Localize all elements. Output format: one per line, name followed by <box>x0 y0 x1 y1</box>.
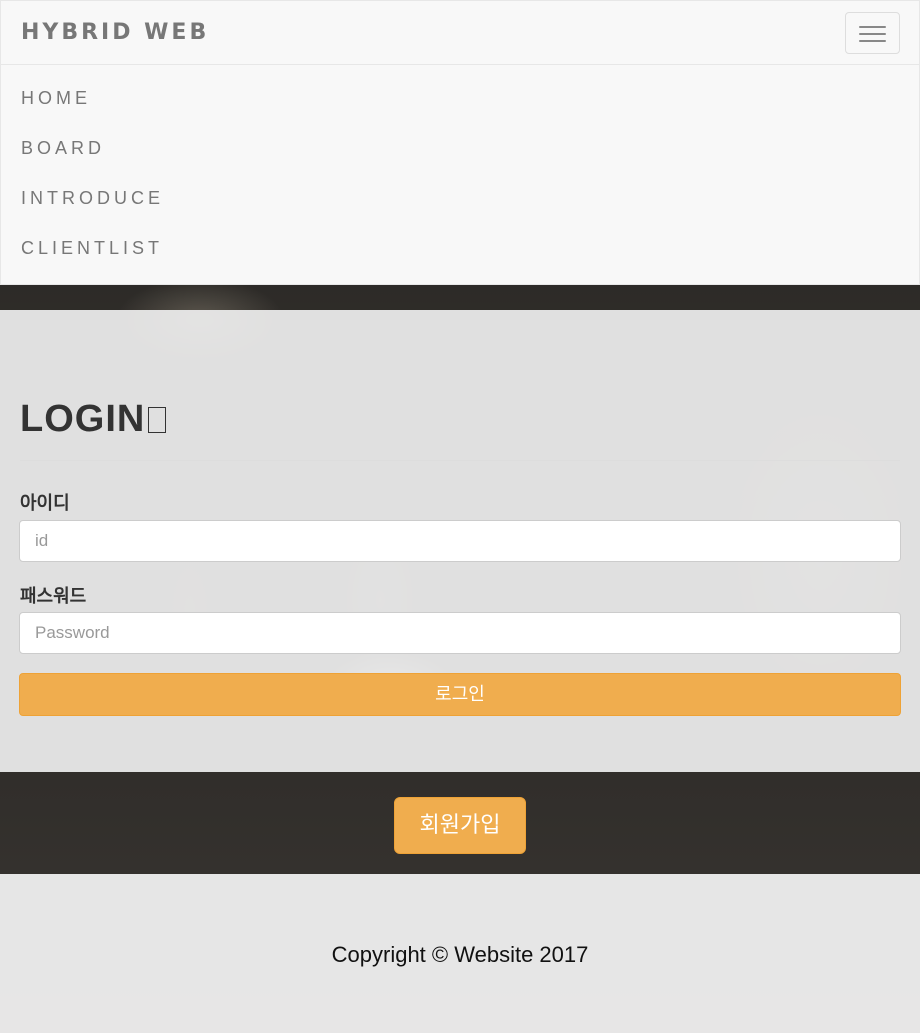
password-label: 패스워드 <box>20 586 87 607</box>
login-title: LOGIN <box>20 398 167 441</box>
divider <box>20 460 900 461</box>
login-panel: LOGIN 아이디 패스워드 로그인 <box>0 310 920 772</box>
id-label: 아이디 <box>20 493 70 514</box>
navbar: HYBRID WEB HOME BOARD INTRODUCE CLIENTLI… <box>0 0 920 285</box>
navbar-header: HYBRID WEB <box>1 1 919 65</box>
copyright-text: Copyright © Website 2017 <box>331 942 589 967</box>
login-button[interactable]: 로그인 <box>19 673 901 716</box>
nav-item-clientlist[interactable]: CLIENTLIST <box>1 215 919 265</box>
login-title-text: LOGIN <box>20 398 146 440</box>
missing-glyph-icon <box>148 407 167 433</box>
nav-menu: HOME BOARD INTRODUCE CLIENTLIST <box>1 65 919 265</box>
brand-logo[interactable]: HYBRID WEB <box>21 20 209 45</box>
navbar-toggle-button[interactable] <box>845 12 900 54</box>
signup-button[interactable]: 회원가입 <box>394 797 526 854</box>
password-input[interactable] <box>19 612 901 654</box>
id-input[interactable] <box>19 520 901 562</box>
nav-item-board[interactable]: BOARD <box>1 115 919 165</box>
nav-item-home[interactable]: HOME <box>1 65 919 115</box>
nav-item-introduce[interactable]: INTRODUCE <box>1 165 919 215</box>
footer: Copyright © Website 2017 <box>0 874 920 1033</box>
